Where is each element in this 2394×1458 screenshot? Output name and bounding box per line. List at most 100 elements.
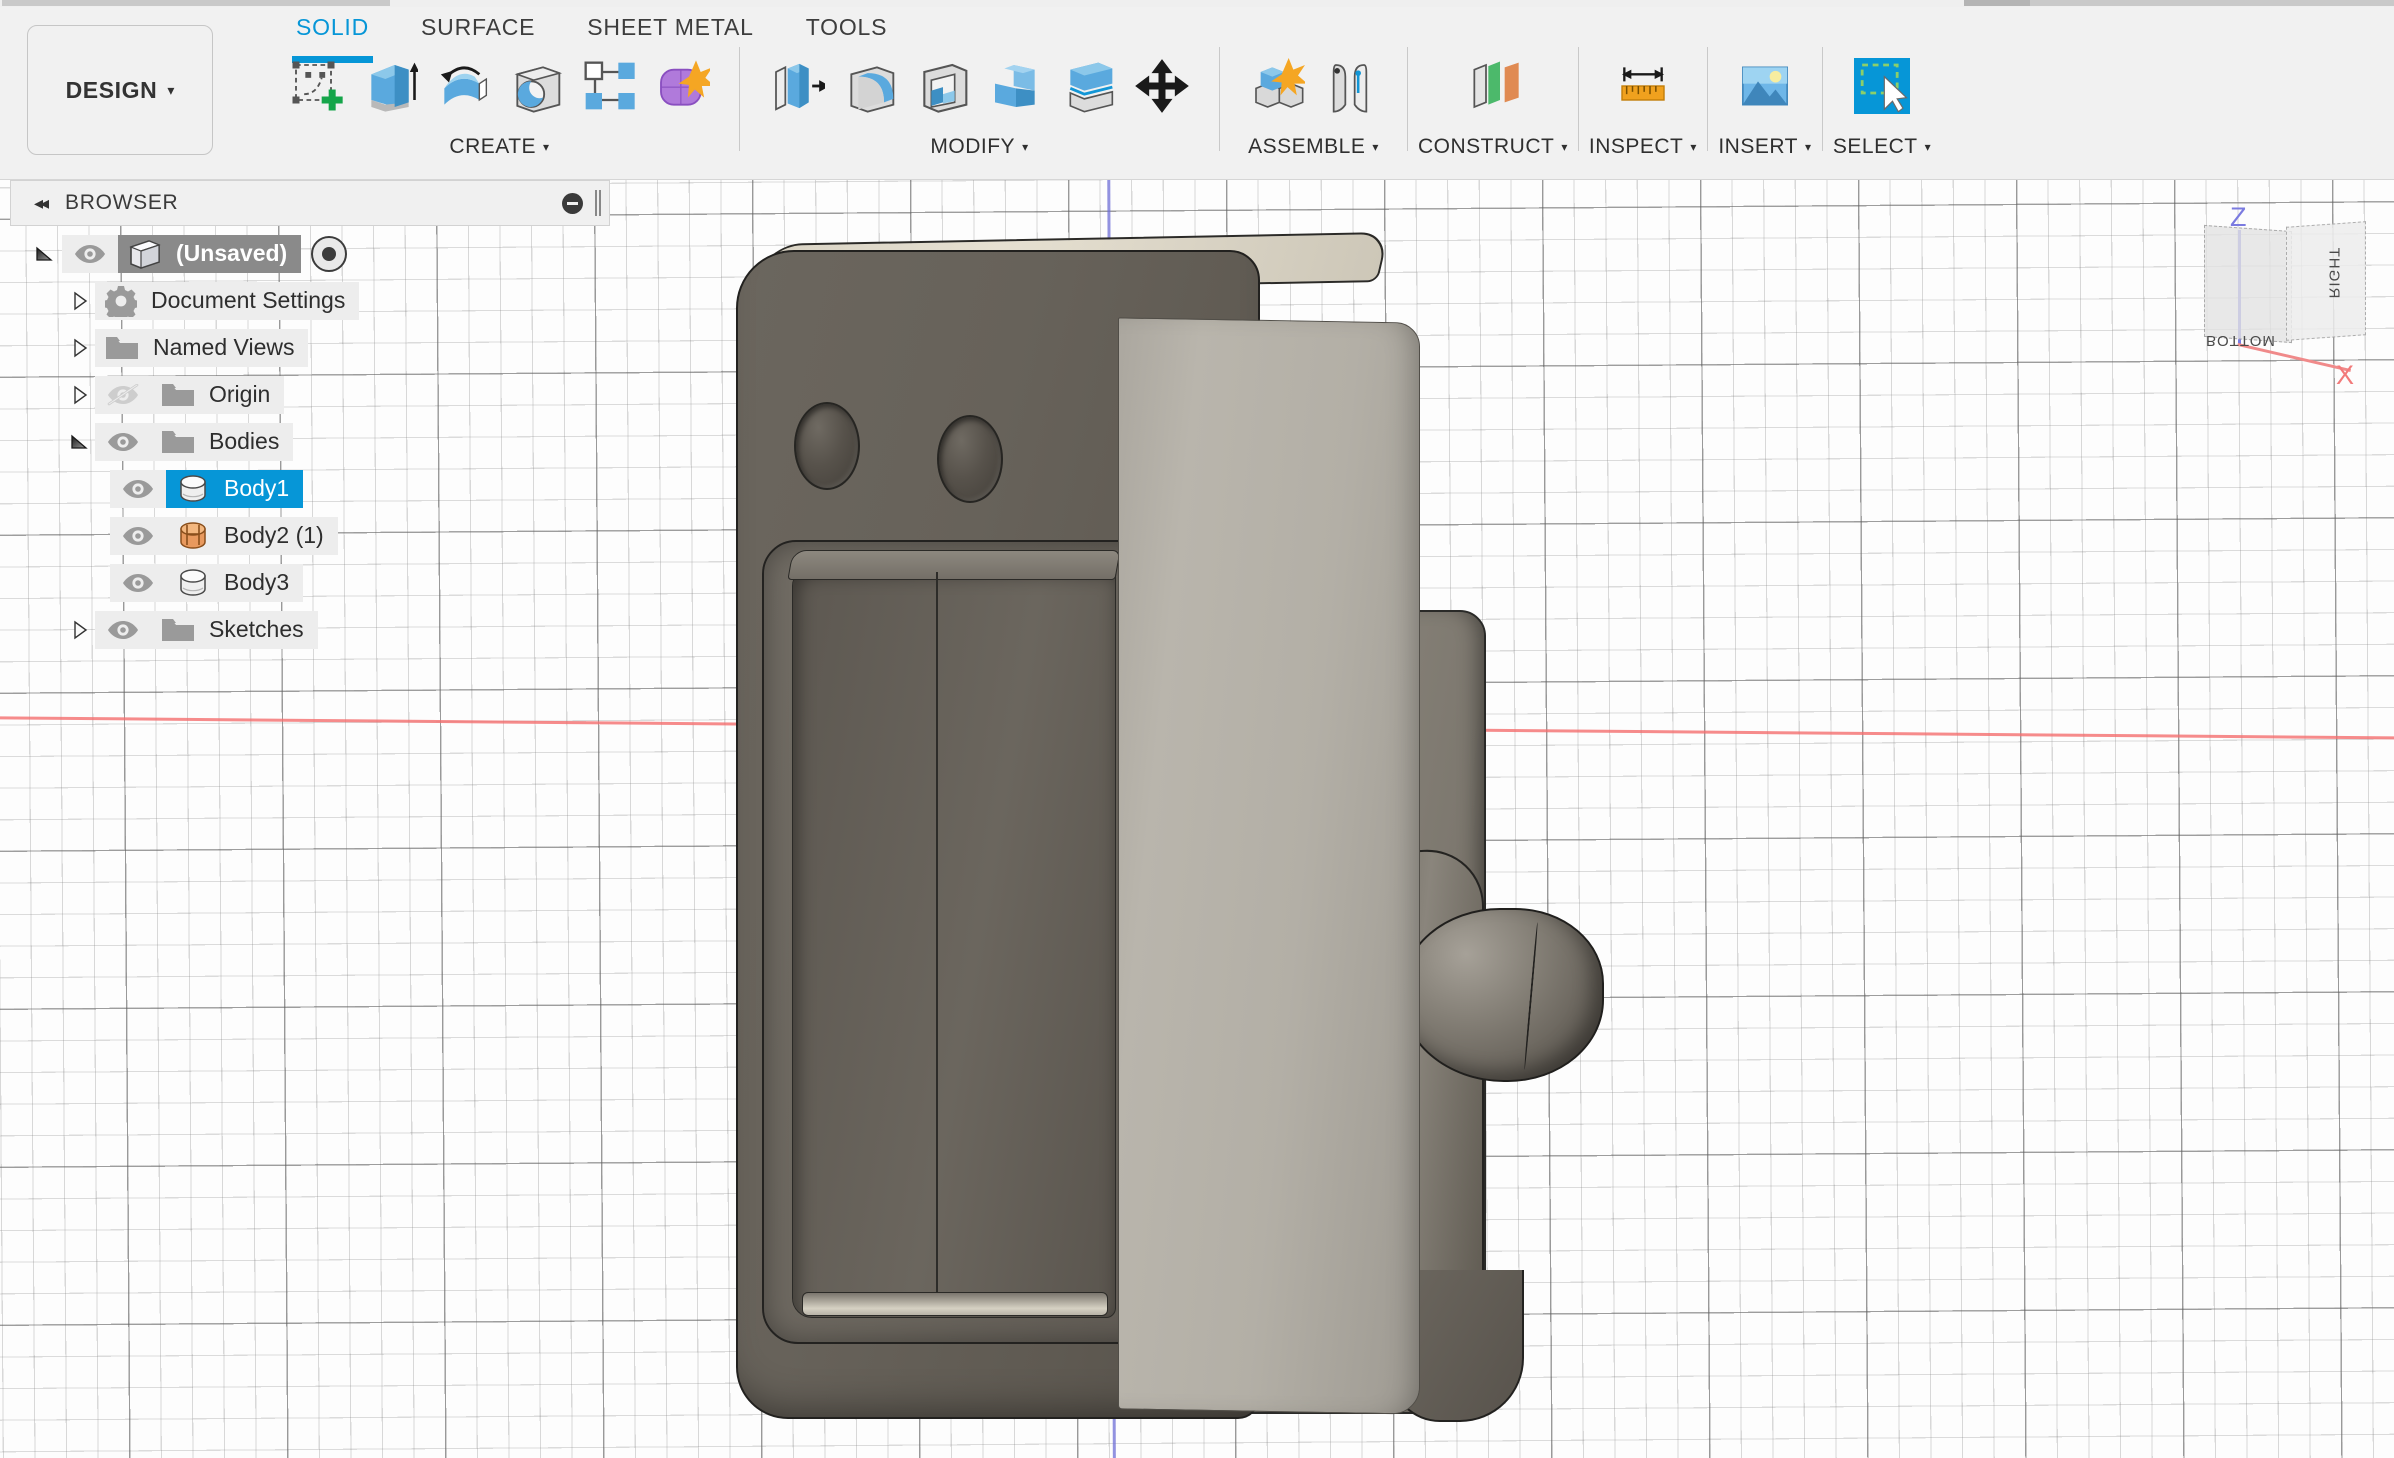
folder-icon	[161, 381, 195, 409]
browser-tree-row-sketches[interactable]: Sketches	[10, 606, 610, 653]
browser-tree-item[interactable]: Bodies	[151, 423, 293, 461]
ribbon-group-dropdown-assemble[interactable]: ASSEMBLE▾	[1248, 135, 1379, 159]
split-face-icon[interactable]	[1058, 47, 1120, 125]
browser-tree-row-unsaved[interactable]: (Unsaved)	[10, 230, 610, 277]
viewcube-axis-x-label: X	[2336, 360, 2354, 391]
document-cube-icon	[128, 239, 162, 269]
fillet-icon[interactable]	[839, 47, 901, 125]
ribbon-tab-surface[interactable]: SURFACE	[395, 10, 561, 41]
browser-tree-row-origin[interactable]: Origin	[10, 371, 610, 418]
rectangular-pattern-icon[interactable]	[578, 47, 640, 125]
visibility-eye-icon[interactable]	[110, 470, 166, 508]
hole-icon[interactable]	[505, 47, 567, 125]
ribbon-tab-tools[interactable]: TOOLS	[780, 10, 914, 41]
browser-tree-item[interactable]: Sketches	[151, 611, 318, 649]
move-copy-icon[interactable]	[1131, 47, 1193, 125]
visibility-eye-icon[interactable]	[62, 235, 118, 273]
viewcube-face-bottom[interactable]	[2204, 225, 2292, 343]
body-white-icon	[176, 474, 210, 504]
expand-arrow-icon[interactable]	[65, 371, 95, 418]
visibility-eye-icon[interactable]	[110, 564, 166, 602]
ribbon-group-label: INSPECT	[1589, 135, 1684, 159]
chevron-down-icon: ▾	[1561, 140, 1568, 154]
browser-tree-row-named-views[interactable]: Named Views	[10, 324, 610, 371]
collapse-arrow-icon[interactable]	[30, 230, 60, 277]
viewcube-face-bottom-label: BOTTOM	[2206, 332, 2276, 349]
ribbon-group-separator	[739, 47, 740, 151]
browser-tree: (Unsaved) Document Settings Named Views …	[10, 226, 610, 653]
browser-tree-item-suffix: (1)	[289, 522, 324, 548]
extrude-icon[interactable]	[359, 47, 421, 125]
visibility-eye-icon[interactable]	[95, 423, 151, 461]
offset-plane-icon[interactable]	[1462, 47, 1524, 125]
ribbon-group-label: ASSEMBLE	[1248, 135, 1365, 159]
browser-tree-item-label: Named Views	[153, 334, 294, 361]
minus-circle-icon[interactable]	[562, 193, 583, 214]
chevron-down-icon: ▾	[1690, 140, 1697, 154]
browser-tree-row-body1[interactable]: Body1	[10, 465, 610, 512]
browser-tree-item[interactable]: Body3	[166, 564, 303, 602]
ribbon-group-bar: CREATE▾ MODIFY▾ ASSEMBLE▾ CONSTRUCT▾	[270, 47, 1931, 182]
ribbon-group-icons	[1718, 47, 1812, 133]
create-sketch-icon[interactable]	[286, 47, 348, 125]
ribbon-group-dropdown-create[interactable]: CREATE▾	[449, 135, 549, 159]
press-pull-icon[interactable]	[766, 47, 828, 125]
folder-icon	[105, 334, 139, 362]
browser-tree-item[interactable]: Body2 (1)	[166, 517, 338, 555]
shell-icon[interactable]	[912, 47, 974, 125]
collapse-panel-icon[interactable]: ◂◂	[25, 193, 55, 214]
create-form-icon[interactable]	[651, 47, 713, 125]
visibility-eye-icon[interactable]	[95, 611, 151, 649]
ribbon-tab-sheet-metal[interactable]: SHEET METAL	[561, 10, 779, 41]
joint-icon[interactable]	[1319, 47, 1381, 125]
browser-tree-row-document-settings[interactable]: Document Settings	[10, 277, 610, 324]
gear-icon	[105, 285, 137, 317]
browser-tree-item[interactable]: Named Views	[95, 329, 308, 367]
browser-tree-item-name: (Unsaved)	[176, 240, 287, 266]
collapse-arrow-icon[interactable]	[65, 418, 95, 465]
measure-icon[interactable]	[1612, 47, 1674, 125]
select-window-icon[interactable]	[1851, 47, 1913, 125]
browser-tree-item[interactable]: (Unsaved)	[118, 235, 301, 273]
browser-panel: ◂◂ BROWSER (Unsaved) Document Settings N…	[10, 180, 610, 653]
ribbon-group-dropdown-modify[interactable]: MODIFY▾	[930, 135, 1028, 159]
browser-tree-item[interactable]: Document Settings	[95, 282, 359, 320]
ribbon-group-separator	[1578, 47, 1579, 151]
browser-tree-item[interactable]: Body1	[166, 470, 303, 508]
viewcube-axis-z-label: Z	[2230, 202, 2247, 233]
tree-indent-spacer	[65, 512, 95, 559]
ribbon-tab-label: TOOLS	[806, 14, 888, 40]
browser-tree-item[interactable]: Origin	[151, 376, 284, 414]
panel-resize-grip[interactable]	[595, 190, 601, 216]
browser-tree-row-body2[interactable]: Body2 (1)	[10, 512, 610, 559]
combine-icon[interactable]	[985, 47, 1047, 125]
activate-component-radio[interactable]	[311, 236, 347, 272]
title-tab-strip	[0, 0, 2394, 7]
view-cube[interactable]: BOTTOM RIGHT Z X	[2190, 200, 2370, 360]
ribbon-group-dropdown-construct[interactable]: CONSTRUCT▾	[1418, 135, 1568, 159]
workspace-switcher-button[interactable]: DESIGN ▾	[27, 25, 213, 155]
expand-arrow-icon[interactable]	[65, 606, 95, 653]
ribbon-group-dropdown-insert[interactable]: INSERT▾	[1718, 135, 1811, 159]
ribbon-group-dropdown-inspect[interactable]: INSPECT ▾	[1589, 135, 1697, 159]
model-pocket-inner	[792, 568, 1116, 1318]
ribbon-group-assemble: ASSEMBLE▾	[1230, 47, 1397, 177]
visibility-eye-icon[interactable]	[110, 517, 166, 555]
folder-icon	[161, 428, 195, 456]
expand-arrow-icon[interactable]	[65, 324, 95, 371]
expand-arrow-icon[interactable]	[65, 277, 95, 324]
revolve-icon[interactable]	[432, 47, 494, 125]
browser-tree-row-bodies[interactable]: Bodies	[10, 418, 610, 465]
ribbon-tab-solid[interactable]: SOLID	[270, 10, 395, 41]
ribbon-group-dropdown-select[interactable]: SELECT▾	[1833, 135, 1931, 159]
browser-tree-item-label: Body1	[224, 475, 289, 502]
insert-image-icon[interactable]	[1734, 47, 1796, 125]
model-bracket-with-hook[interactable]	[740, 250, 1560, 1458]
ribbon-toolbar: DESIGN ▾ SOLIDSURFACESHEET METAL TOOLS CR…	[0, 7, 2394, 180]
fusion360-window: BOTTOM RIGHT Z X DESIGN ▾ SOLIDSURFACESH…	[0, 0, 2394, 1458]
ribbon-group-label: SELECT	[1833, 135, 1918, 159]
new-component-icon[interactable]	[1246, 47, 1308, 125]
visibility-eye-off-icon[interactable]	[95, 376, 151, 414]
browser-tree-row-body3[interactable]: Body3	[10, 559, 610, 606]
browser-header-actions	[562, 190, 609, 216]
